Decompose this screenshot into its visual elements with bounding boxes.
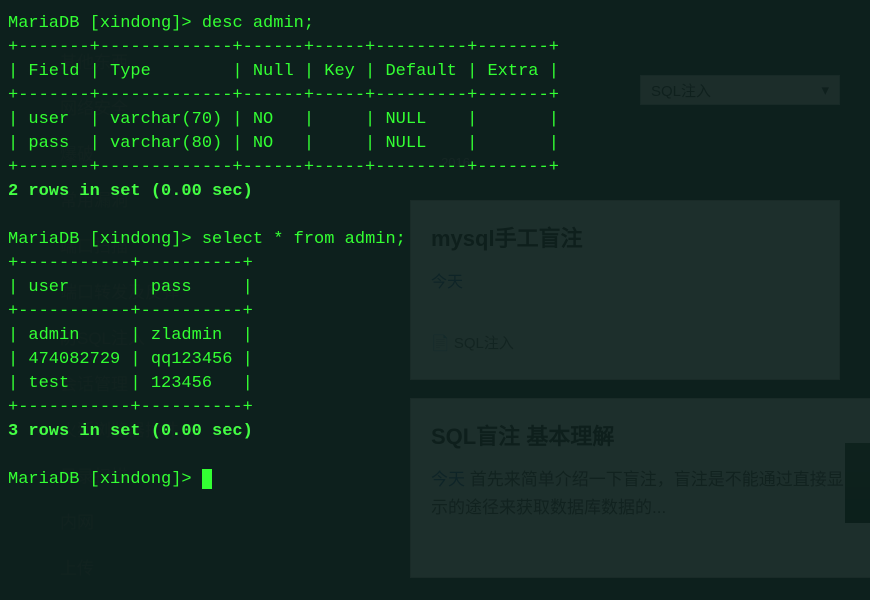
- terminal-prompt: MariaDB [xindong]>: [8, 470, 192, 489]
- terminal-overlay[interactable]: MariaDB [xindong]> desc admin; +-------+…: [0, 0, 870, 600]
- table-border: +-------+-------------+------+-----+----…: [8, 158, 559, 177]
- table-row: | test | 123456 |: [8, 374, 253, 393]
- terminal-prompt: MariaDB [xindong]>: [8, 230, 192, 249]
- table-border: +-------+-------------+------+-----+----…: [8, 38, 559, 57]
- table-header: | Field | Type | Null | Key | Default | …: [8, 62, 559, 81]
- terminal-command: desc admin;: [202, 14, 314, 33]
- table-border: +-----------+----------+: [8, 398, 253, 417]
- result-summary: 3 rows in set (0.00 sec): [8, 422, 253, 441]
- terminal-prompt: MariaDB [xindong]>: [8, 14, 192, 33]
- table-border: +-----------+----------+: [8, 302, 253, 321]
- table-row: | admin | zladmin |: [8, 326, 253, 345]
- table-border: +-----------+----------+: [8, 254, 253, 273]
- table-row: | 474082729 | qq123456 |: [8, 350, 253, 369]
- table-row: | pass | varchar(80) | NO | | NULL | |: [8, 134, 559, 153]
- terminal-cursor[interactable]: [202, 469, 212, 489]
- table-border: +-------+-------------+------+-----+----…: [8, 86, 559, 105]
- terminal-command: select * from admin;: [202, 230, 406, 249]
- table-header: | user | pass |: [8, 278, 253, 297]
- result-summary: 2 rows in set (0.00 sec): [8, 182, 253, 201]
- table-row: | user | varchar(70) | NO | | NULL | |: [8, 110, 559, 129]
